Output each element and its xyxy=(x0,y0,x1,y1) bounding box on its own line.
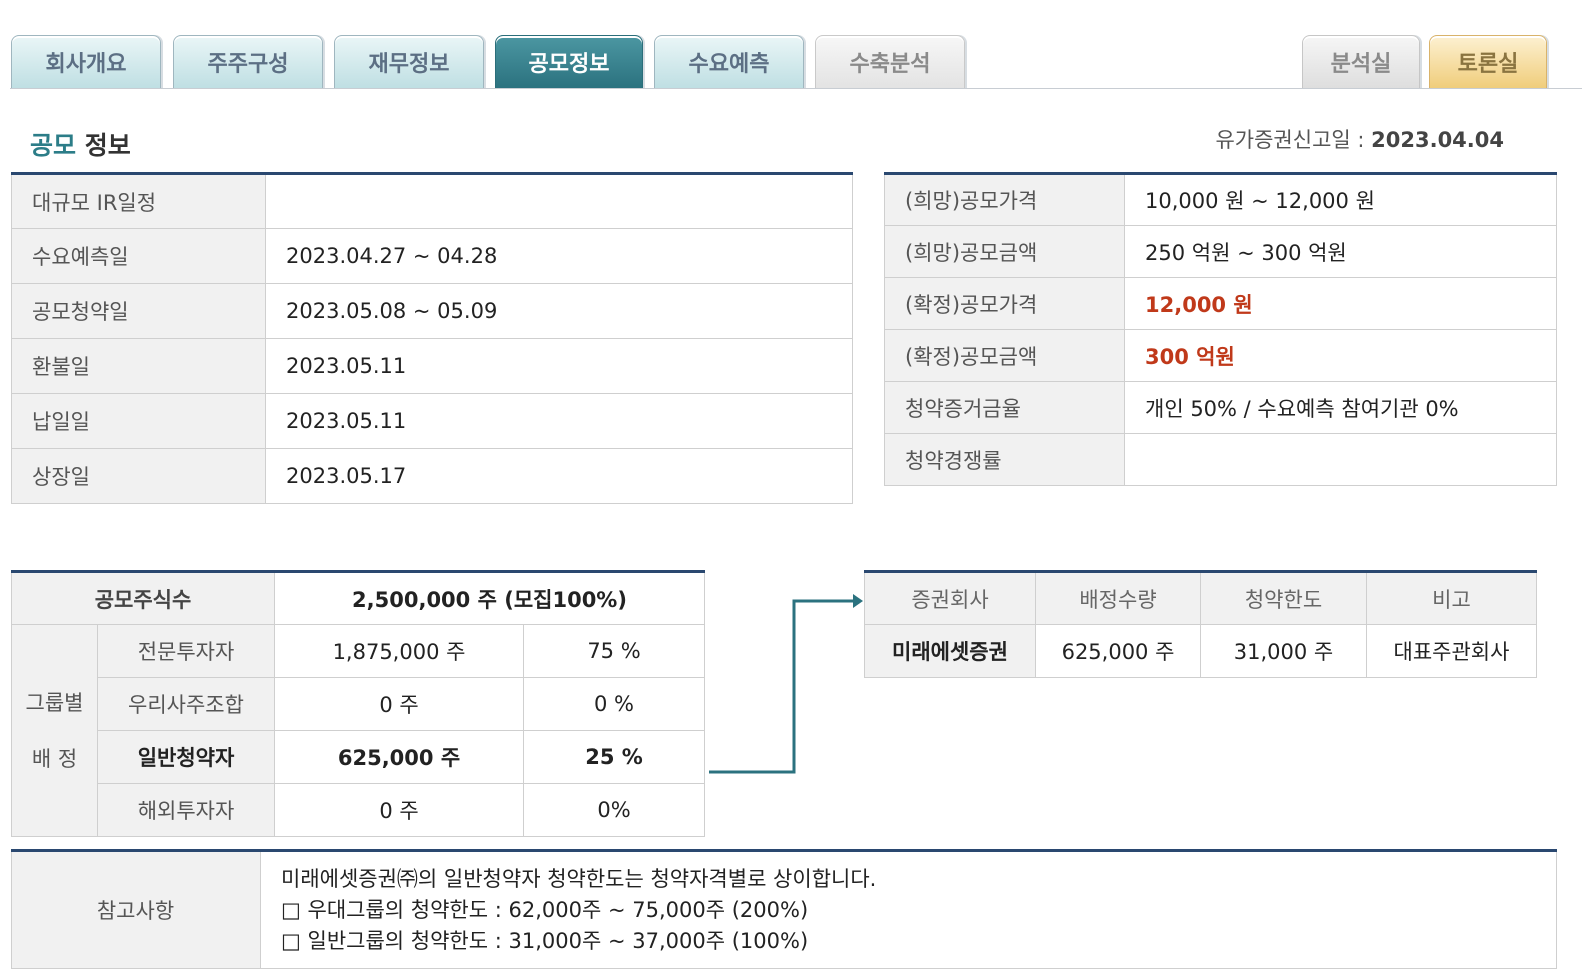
schedule-value: 2023.04.27 ~ 04.28 xyxy=(265,228,853,284)
investor-type: 일반청약자 xyxy=(97,730,275,784)
table-row: 대규모 IR일정 xyxy=(11,173,853,229)
table-row: 공모주식수 2,500,000 주 (모집100%) xyxy=(11,571,705,625)
pricing-label: 청약증거금율 xyxy=(884,381,1125,434)
tab-financial-info[interactable]: 재무정보 xyxy=(334,35,484,88)
investor-type: 우리사주조합 xyxy=(97,677,275,731)
filing-date: 유가증권신고일 : 2023.04.04 xyxy=(1215,128,1504,152)
tab-company-overview[interactable]: 회사개요 xyxy=(11,35,161,88)
pricing-value: 10,000 원 ~ 12,000 원 xyxy=(1124,173,1557,226)
tab-divider xyxy=(10,88,1582,89)
investor-shares: 1,875,000 주 xyxy=(274,624,524,678)
schedule-label: 환불일 xyxy=(11,338,266,394)
column-header: 배정수량 xyxy=(1035,571,1201,625)
table-row: 공모청약일 2023.05.08 ~ 05.09 xyxy=(11,283,853,339)
investor-pct: 0% xyxy=(523,783,705,837)
investor-type: 전문투자자 xyxy=(97,624,275,678)
schedule-label: 납일일 xyxy=(11,393,266,449)
column-header: 비고 xyxy=(1366,571,1537,625)
table-row: 일반청약자 625,000 주 25 % xyxy=(12,730,705,784)
investor-pct: 75 % xyxy=(523,624,705,678)
column-header: 증권회사 xyxy=(864,571,1036,625)
pricing-value xyxy=(1124,433,1557,486)
table-row: (희망)공모가격 10,000 원 ~ 12,000 원 xyxy=(884,173,1557,226)
broker-limit: 31,000 주 xyxy=(1200,624,1367,678)
schedule-value: 2023.05.11 xyxy=(265,393,853,449)
table-row: 청약경쟁률 xyxy=(884,433,1557,486)
broker-name: 미래에셋증권 xyxy=(864,624,1036,678)
total-shares-label: 공모주식수 xyxy=(11,571,275,625)
investor-shares: 0 주 xyxy=(274,677,524,731)
schedule-table: 대규모 IR일정 수요예측일 2023.04.27 ~ 04.28 공모청약일 20… xyxy=(11,172,853,504)
tab-demand-forecast[interactable]: 수요예측 xyxy=(654,35,804,88)
table-row: 환불일 2023.05.11 xyxy=(11,338,853,394)
column-header: 청약한도 xyxy=(1200,571,1367,625)
tab-discussion-room[interactable]: 토론실 xyxy=(1429,35,1547,88)
table-row: (확정)공모가격 12,000 원 xyxy=(884,277,1557,330)
page-title: 공모 정보 xyxy=(30,131,131,160)
table-row: 해외투자자 0 주 0% xyxy=(12,783,705,837)
schedule-label: 대규모 IR일정 xyxy=(11,173,266,229)
note-line: 미래에셋증권㈜의 일반청약자 청약한도는 청약자격별로 상이합니다. xyxy=(281,866,877,891)
investor-shares: 625,000 주 xyxy=(274,730,524,784)
confirmed-amount-value: 300 억원 xyxy=(1124,329,1557,382)
group-allocation-label: 그룹별 배 정 xyxy=(11,624,98,837)
schedule-label: 수요예측일 xyxy=(11,228,266,284)
broker-table: 증권회사 배정수량 청약한도 비고 미래에셋증권 625,000 주 31,00… xyxy=(864,570,1537,678)
broker-allocation: 625,000 주 xyxy=(1035,624,1201,678)
note-line: □ 우대그룹의 청약한도 : 62,000주 ~ 75,000주 (200%) xyxy=(281,897,809,922)
total-shares-value: 2,500,000 주 (모집100%) xyxy=(274,571,705,625)
arrow-connector-icon xyxy=(709,594,863,774)
table-row: (희망)공모금액 250 억원 ~ 300 억원 xyxy=(884,225,1557,278)
investor-shares: 0 주 xyxy=(274,783,524,837)
tab-shareholders[interactable]: 주주구성 xyxy=(173,35,323,88)
pricing-label: (확정)공모가격 xyxy=(884,277,1125,330)
table-row: 미래에셋증권 625,000 주 31,000 주 대표주관회사 xyxy=(864,624,1537,678)
table-row: (확정)공모금액 300 억원 xyxy=(884,329,1557,382)
table-row: 그룹별 배 정 전문투자자 1,875,000 주 75 % xyxy=(11,624,705,837)
tab-yield-analysis[interactable]: 수축분석 xyxy=(815,35,965,88)
pricing-value: 250 억원 ~ 300 억원 xyxy=(1124,225,1557,278)
notes-content: 미래에셋증권㈜의 일반청약자 청약한도는 청약자격별로 상이합니다. □ 우대그… xyxy=(260,850,1557,969)
schedule-value: 2023.05.17 xyxy=(265,448,853,504)
tab-offering-info[interactable]: 공모정보 xyxy=(495,35,643,88)
table-row: 참고사항 미래에셋증권㈜의 일반청약자 청약한도는 청약자격별로 상이합니다. … xyxy=(11,850,1557,969)
pricing-label: 청약경쟁률 xyxy=(884,433,1125,486)
pricing-label: (희망)공모금액 xyxy=(884,225,1125,278)
schedule-value: 2023.05.11 xyxy=(265,338,853,394)
investor-type: 해외투자자 xyxy=(97,783,275,837)
table-row: 납일일 2023.05.11 xyxy=(11,393,853,449)
schedule-label: 공모청약일 xyxy=(11,283,266,339)
schedule-label: 상장일 xyxy=(11,448,266,504)
note-line: □ 일반그룹의 청약한도 : 31,000주 ~ 37,000주 (100%) xyxy=(281,928,809,953)
pricing-label: (확정)공모금액 xyxy=(884,329,1125,382)
schedule-value: 2023.05.08 ~ 05.09 xyxy=(265,283,853,339)
table-row: 우리사주조합 0 주 0 % xyxy=(12,677,705,731)
investor-pct: 25 % xyxy=(523,730,705,784)
pricing-value: 개인 50% / 수요예측 참여기관 0% xyxy=(1124,381,1557,434)
table-row: 청약증거금율 개인 50% / 수요예측 참여기관 0% xyxy=(884,381,1557,434)
allocation-table: 공모주식수 2,500,000 주 (모집100%) 그룹별 배 정 전문투자자… xyxy=(11,570,705,837)
pricing-table: (희망)공모가격 10,000 원 ~ 12,000 원 (희망)공모금액 250 … xyxy=(884,172,1557,486)
table-header-row: 증권회사 배정수량 청약한도 비고 xyxy=(864,571,1537,625)
investor-pct: 0 % xyxy=(523,677,705,731)
pricing-label: (희망)공모가격 xyxy=(884,173,1125,226)
schedule-value xyxy=(265,173,853,229)
table-row: 상장일 2023.05.17 xyxy=(11,448,853,504)
tab-analysis-room[interactable]: 분석실 xyxy=(1302,35,1420,88)
notes-table: 참고사항 미래에셋증권㈜의 일반청약자 청약한도는 청약자격별로 상이합니다. … xyxy=(11,849,1557,969)
table-row: 수요예측일 2023.04.27 ~ 04.28 xyxy=(11,228,853,284)
broker-note: 대표주관회사 xyxy=(1366,624,1537,678)
confirmed-price-value: 12,000 원 xyxy=(1124,277,1557,330)
notes-label: 참고사항 xyxy=(11,850,261,969)
